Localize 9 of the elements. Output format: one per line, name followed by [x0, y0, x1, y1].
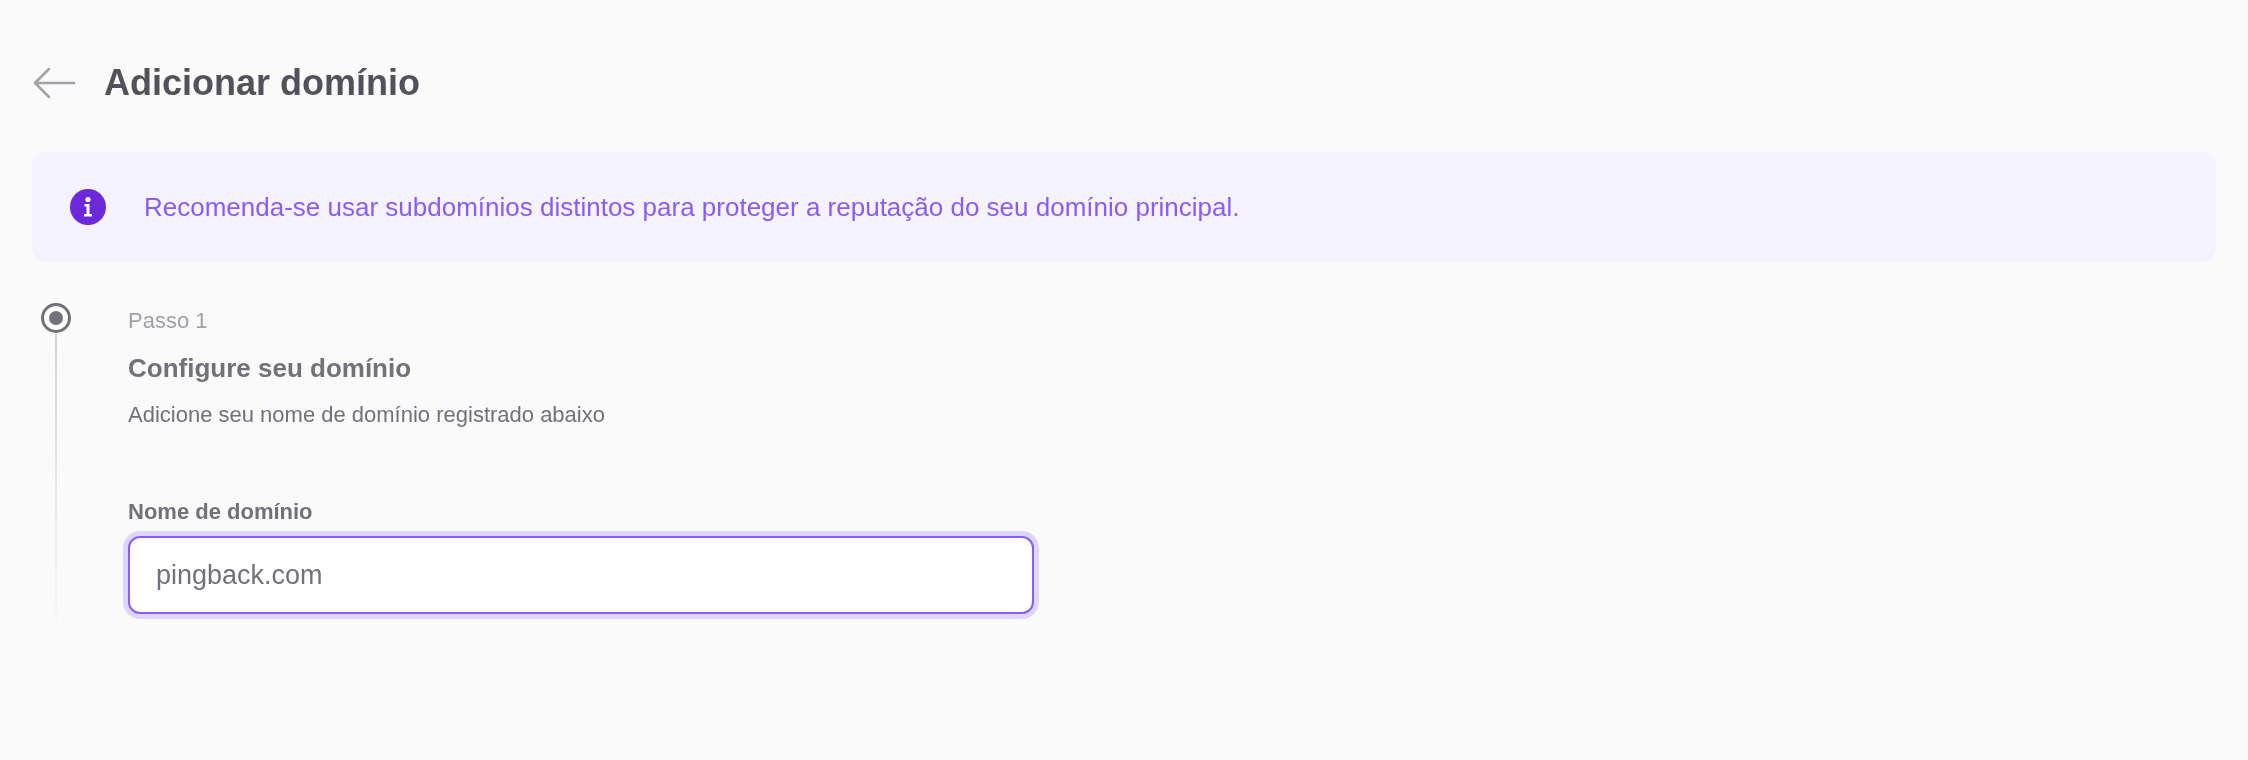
- step-description: Adicione seu nome de domínio registrado abaixo: [128, 401, 606, 429]
- back-arrow-icon: [32, 67, 76, 99]
- domain-name-field[interactable]: pingback.com: [128, 536, 1034, 614]
- field-label: Nome de domínio: [128, 498, 314, 526]
- page-title: Adicionar domínio: [104, 61, 420, 105]
- info-icon: [70, 189, 106, 225]
- step-label: Passo 1: [128, 307, 209, 335]
- step-title: Configure seu domínio: [128, 352, 413, 385]
- info-message: Recomenda-se usar subdomínios distintos para proteger a reputação do seu domínio principal.: [144, 190, 1240, 224]
